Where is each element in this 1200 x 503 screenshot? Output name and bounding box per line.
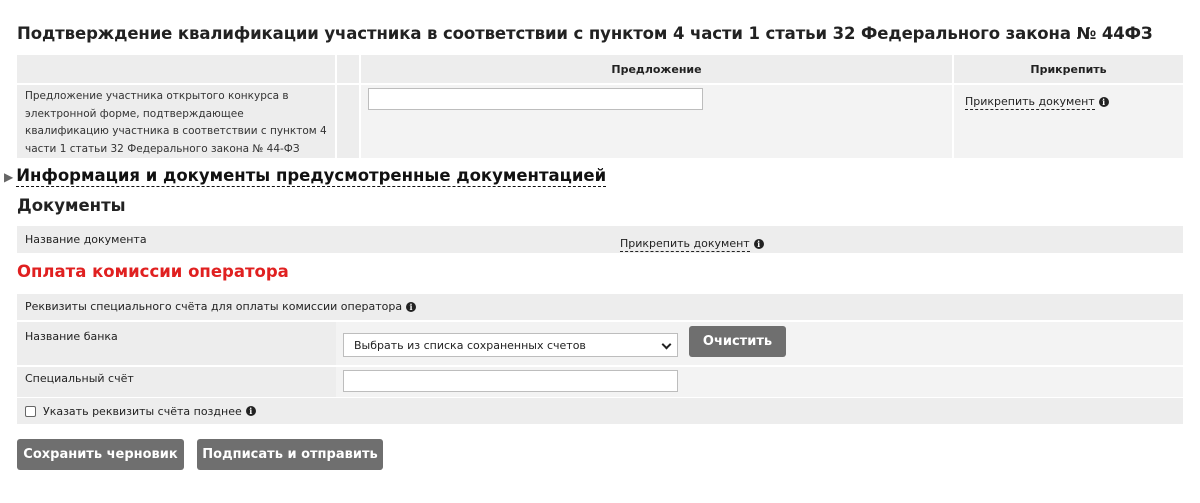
bank-select-value: Выбрать из списка сохраненных счетов [354, 339, 586, 352]
account-label-cell: Специальный счёт [17, 367, 336, 397]
qualification-table-row: Предложение участника открытого конкурса… [17, 85, 1183, 158]
row-spacer-cell [337, 85, 359, 158]
bank-label-cell: Название банка [17, 322, 336, 365]
attach-doc-wrap: Прикрепить документ i [965, 90, 1109, 110]
docs-attach-document-link[interactable]: Прикрепить документ [620, 237, 750, 252]
chevron-down-icon [661, 339, 672, 350]
docs-section-toggle[interactable]: ▶ Информация и документы предусмотренные… [4, 166, 607, 187]
header-empty-cell [17, 55, 335, 83]
info-icon[interactable]: i [245, 406, 256, 416]
header-offer: Предложение [361, 55, 952, 83]
account-details-header-wrap: Реквизиты специального счёта для оплаты … [25, 300, 417, 313]
bank-select[interactable]: Выбрать из списка сохраненных счетов [343, 333, 678, 357]
documents-title: Документы [17, 196, 126, 215]
bank-row: Название банка Выбрать из списка сохране… [17, 322, 1183, 365]
save-draft-button[interactable]: Сохранить черновик [17, 439, 184, 470]
special-account-input[interactable] [343, 370, 678, 392]
clear-button[interactable]: Очистить [689, 326, 786, 357]
attach-document-link[interactable]: Прикрепить документ [965, 95, 1095, 110]
info-icon[interactable]: i [1098, 97, 1109, 107]
bank-label: Название банка [25, 330, 118, 343]
account-details-label: Реквизиты специального счёта для оплаты … [25, 300, 403, 313]
account-label: Специальный счёт [25, 372, 134, 385]
application-form-page: Подтверждение квалификации участника в с… [0, 0, 1200, 503]
header-spacer-cell [337, 55, 359, 83]
info-icon[interactable]: i [753, 239, 764, 249]
specify-later-label[interactable]: Указать реквизиты счёта позднее [43, 405, 242, 418]
docs-attach-wrap: Прикрепить документ i [620, 232, 764, 252]
account-details-header: Реквизиты специального счёта для оплаты … [17, 294, 1183, 320]
sign-send-button[interactable]: Подписать и отправить [197, 439, 383, 470]
qualification-table: Предложение Прикрепить Предложение участ… [17, 55, 1183, 158]
info-icon[interactable]: i [406, 302, 417, 312]
docs-section-toggle-label[interactable]: Информация и документы предусмотренные д… [16, 166, 607, 187]
attach-cell: Прикрепить документ i [954, 85, 1183, 158]
documents-row: Название документа Прикрепить документ i [17, 226, 1183, 253]
header-attach: Прикрепить [954, 55, 1183, 83]
qualification-description: Предложение участника открытого конкурса… [17, 85, 335, 158]
qualification-section-title: Подтверждение квалификации участника в с… [17, 24, 1153, 43]
specify-later-checkbox[interactable] [25, 405, 36, 417]
operator-fee-title: Оплата комиссии оператора [17, 262, 289, 281]
document-name-label: Название документа [25, 233, 147, 246]
offer-input[interactable] [368, 88, 703, 110]
account-row: Специальный счёт [17, 367, 1183, 397]
triangle-right-icon: ▶ [4, 169, 14, 184]
qualification-table-header: Предложение Прикрепить [17, 55, 1183, 83]
specify-later-row: Указать реквизиты счёта позднее i [17, 398, 1183, 424]
offer-cell [361, 85, 952, 158]
